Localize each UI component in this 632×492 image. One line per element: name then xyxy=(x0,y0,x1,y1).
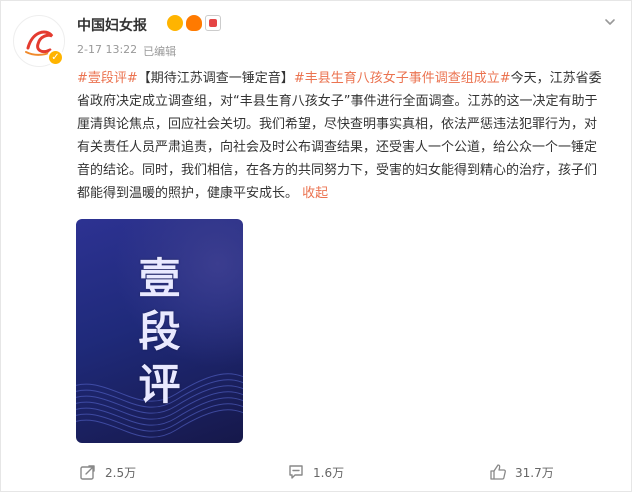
share-button[interactable]: 2.5万 xyxy=(79,463,136,481)
post-headline: 【期待江苏调查一锤定音】 xyxy=(137,71,294,86)
badge-icon[interactable] xyxy=(167,15,183,31)
fire-icon[interactable] xyxy=(186,15,202,31)
post-text: #壹段评#【期待江苏调查一锤定音】#丰县生育八孩女子事件调查组成立#今天，江苏省… xyxy=(77,67,607,205)
verified-badge-icon: ✓ xyxy=(47,49,64,66)
post-meta: 2-17 13:22 已编辑 xyxy=(77,43,176,59)
author-name[interactable]: 中国妇女报 xyxy=(77,15,147,35)
collapse-link[interactable]: 收起 xyxy=(302,186,328,201)
share-icon xyxy=(80,465,95,480)
share-count: 2.5万 xyxy=(105,465,137,480)
comment-icon xyxy=(289,465,303,479)
like-button[interactable]: 31.7万 xyxy=(489,463,554,481)
action-bar: 2.5万 1.6万 31.7万 xyxy=(1,457,632,487)
image-title-char: 壹 xyxy=(138,254,181,303)
like-count: 31.7万 xyxy=(515,465,554,480)
hashtag-link[interactable]: #壹段评# xyxy=(77,71,138,86)
weibo-post-card: ✓ 中国妇女报 2-17 13:22 已编辑 #壹段评#【期待江苏调查一锤定音】… xyxy=(0,0,632,492)
edited-label[interactable]: 已编辑 xyxy=(143,43,176,59)
image-title-char: 段 xyxy=(138,307,181,356)
calendar-icon[interactable] xyxy=(205,15,221,31)
post-body: 今天，江苏省委省政府决定成立调查组，对“丰县生育八孩女子”事件进行全面调查。江苏… xyxy=(77,71,602,201)
thumbs-up-icon xyxy=(490,464,506,480)
post-image[interactable]: 壹 段 评 xyxy=(76,219,243,443)
chevron-down-icon[interactable] xyxy=(603,15,617,29)
badge-row xyxy=(167,15,221,31)
image-title-char: 评 xyxy=(138,360,181,409)
hashtag-link[interactable]: #丰县生育八孩女子事件调查组成立# xyxy=(294,71,511,86)
comment-button[interactable]: 1.6万 xyxy=(287,463,344,481)
comment-count: 1.6万 xyxy=(313,465,345,480)
post-date[interactable]: 2-17 13:22 xyxy=(77,43,137,59)
